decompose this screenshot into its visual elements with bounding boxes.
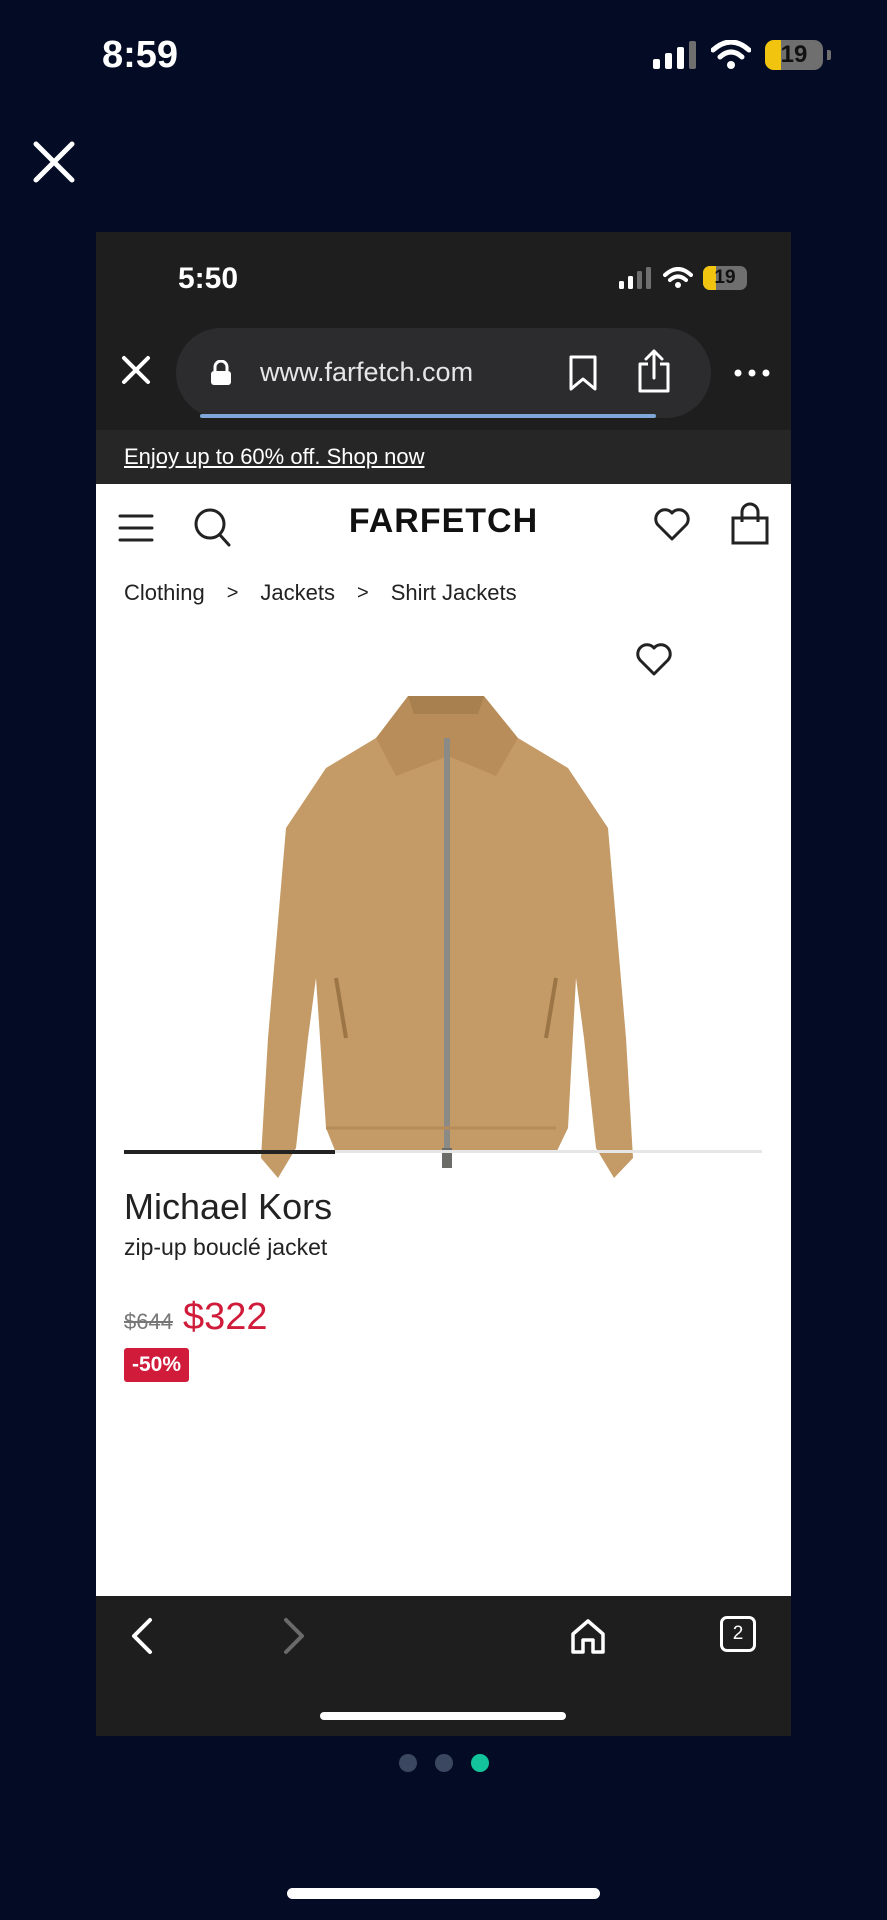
product-brand[interactable]: Michael Kors bbox=[124, 1186, 332, 1228]
screenshot-frame: 5:50 19 www.farfetch.com Enjoy up to 60%… bbox=[96, 232, 791, 1736]
home-indicator bbox=[320, 1712, 566, 1720]
breadcrumb-item-clothing[interactable]: Clothing bbox=[124, 580, 205, 606]
battery-icon: 19 bbox=[703, 266, 747, 290]
battery-level: 19 bbox=[714, 267, 736, 288]
price-row: $644 $322 bbox=[124, 1296, 268, 1339]
outer-status-icons: 19 bbox=[653, 40, 831, 70]
image-carousel-progress bbox=[124, 1150, 335, 1154]
product-page: FARFETCH Clothing > Jackets > Shirt Jack… bbox=[96, 484, 791, 1596]
page-dot-active[interactable] bbox=[470, 1754, 489, 1772]
home-indicator bbox=[287, 1888, 600, 1899]
breadcrumb: Clothing > Jackets > Shirt Jackets bbox=[124, 580, 517, 606]
browser-status-icons: 19 bbox=[619, 266, 747, 290]
page-dot[interactable] bbox=[398, 1754, 417, 1772]
signal-icon bbox=[653, 41, 696, 69]
close-icon[interactable] bbox=[116, 350, 156, 390]
discount-badge: -50% bbox=[124, 1348, 190, 1382]
lock-icon bbox=[211, 360, 231, 385]
bookmark-icon[interactable] bbox=[566, 354, 600, 392]
battery-icon: 19 bbox=[765, 40, 823, 70]
url-text[interactable]: www.farfetch.com bbox=[260, 357, 473, 388]
wifi-icon bbox=[663, 267, 693, 288]
breadcrumb-item-shirt-jackets[interactable]: Shirt Jackets bbox=[391, 580, 517, 606]
tabs-icon[interactable]: 2 bbox=[720, 1616, 756, 1652]
sale-price: $322 bbox=[182, 1296, 268, 1338]
outer-status-time: 8:59 bbox=[102, 34, 179, 76]
back-icon[interactable] bbox=[124, 1616, 160, 1656]
browser-url-row: www.farfetch.com bbox=[96, 328, 791, 420]
browser-toolbar: 2 bbox=[96, 1596, 791, 1736]
heart-icon[interactable] bbox=[652, 504, 692, 544]
original-price: $644 bbox=[124, 1309, 173, 1334]
more-icon[interactable] bbox=[732, 358, 772, 388]
browser-status-time: 5:50 bbox=[178, 262, 239, 295]
outer-status-bar: 8:59 19 bbox=[0, 0, 887, 120]
promo-link[interactable]: Enjoy up to 60% off. Shop now bbox=[124, 444, 424, 470]
bag-icon[interactable] bbox=[730, 502, 770, 546]
image-carousel-indicator[interactable] bbox=[124, 1150, 762, 1154]
address-bar[interactable]: www.farfetch.com bbox=[176, 328, 711, 418]
page-dots bbox=[0, 1754, 887, 1772]
share-icon[interactable] bbox=[636, 348, 672, 394]
browser-status-bar: 5:50 19 bbox=[96, 232, 791, 322]
signal-icon bbox=[619, 267, 651, 289]
close-icon[interactable] bbox=[30, 138, 78, 186]
battery-level: 19 bbox=[780, 41, 808, 68]
product-image[interactable] bbox=[186, 678, 706, 1238]
breadcrumb-separator: > bbox=[357, 581, 369, 604]
breadcrumb-item-jackets[interactable]: Jackets bbox=[260, 580, 335, 606]
forward-icon[interactable] bbox=[276, 1616, 312, 1656]
page-load-progress bbox=[200, 414, 656, 418]
heart-icon[interactable] bbox=[634, 640, 674, 678]
wifi-icon bbox=[711, 40, 751, 69]
product-name: zip-up bouclé jacket bbox=[124, 1234, 328, 1260]
breadcrumb-separator: > bbox=[226, 581, 239, 604]
page-dot[interactable] bbox=[434, 1754, 453, 1772]
home-icon[interactable] bbox=[568, 1616, 608, 1656]
promo-banner: Enjoy up to 60% off. Shop now bbox=[96, 430, 791, 484]
